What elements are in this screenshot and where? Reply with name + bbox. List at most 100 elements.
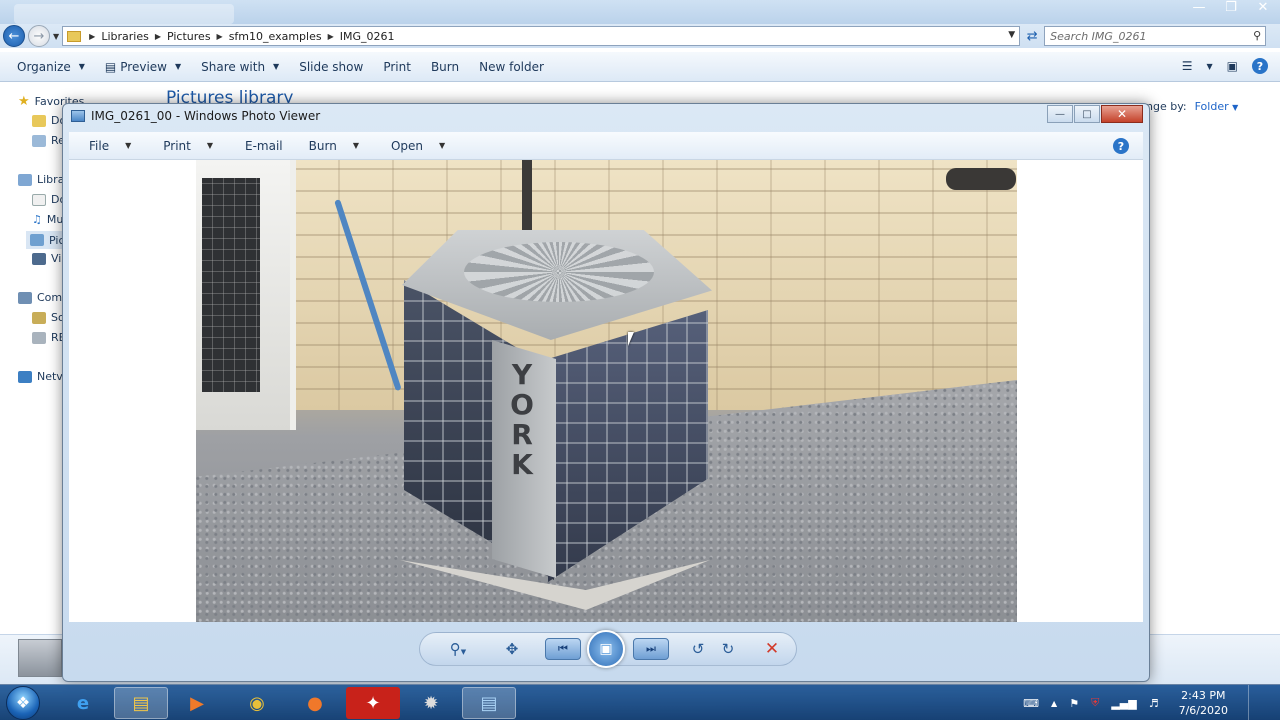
arrow-right-icon: → <box>33 28 45 44</box>
help-icon[interactable]: ? <box>1113 138 1129 154</box>
breadcrumb-sfm10-examples[interactable]: sfm10_examples <box>229 30 322 43</box>
file-menu[interactable]: File ▼ <box>69 139 143 153</box>
forward-button[interactable]: → <box>28 25 50 47</box>
breadcrumb-libraries[interactable]: Libraries <box>101 30 149 43</box>
viewer-maximize-button[interactable]: □ <box>1074 105 1100 123</box>
breadcrumb-pictures[interactable]: Pictures <box>167 30 211 43</box>
search-input[interactable]: Search IMG_0261 ⚲ <box>1044 26 1267 46</box>
action-center-flag-icon[interactable]: ⚑ <box>1069 697 1079 710</box>
nav-libraries[interactable]: Libra <box>18 173 64 186</box>
nav-item-pictures[interactable]: Pic <box>26 231 66 249</box>
chevron-down-icon[interactable]: ▼ <box>1008 30 1015 40</box>
organize-label: Organize <box>17 59 71 74</box>
brand-letter: O <box>510 388 534 421</box>
computer-icon <box>18 291 32 304</box>
burn-button[interactable]: Burn <box>421 60 469 74</box>
nav-item-recovery[interactable]: RE <box>32 331 66 344</box>
chevron-down-icon: ▼ <box>206 141 214 150</box>
previous-button[interactable]: ⏮ <box>545 638 581 660</box>
preview-pane-icon[interactable]: ▣ <box>1227 59 1238 73</box>
chevron-right-icon[interactable]: ▶ <box>328 32 334 41</box>
arrange-by-value: Folder <box>1194 100 1229 113</box>
previous-icon: ⏮ <box>558 642 568 655</box>
delete-button[interactable]: ✕ <box>761 640 783 658</box>
photo-window-frame <box>196 160 296 430</box>
arrange-by-dropdown[interactable]: Folder ▼ <box>1195 100 1239 113</box>
preview-icon: ▤ <box>104 59 117 74</box>
keyboard-icon[interactable]: ⌨ <box>1023 697 1039 710</box>
restore-icon[interactable]: ❐ <box>1222 0 1240 15</box>
share-with-button[interactable]: Share with ▼ <box>191 60 289 74</box>
rotate-left-button[interactable]: ↺ <box>687 640 709 658</box>
preview-button[interactable]: ▤ Preview ▼ <box>95 60 191 74</box>
explorer-window-controls: — ❐ ✕ <box>1190 0 1272 15</box>
taskbar-internet-explorer[interactable]: e <box>56 687 110 719</box>
rotate-right-button[interactable]: ↻ <box>717 640 739 658</box>
nav-item-recent[interactable]: Re <box>32 134 65 147</box>
print-menu[interactable]: Print ▼ <box>143 139 225 153</box>
taskbar-photo-viewer[interactable]: ▤ <box>462 687 516 719</box>
taskbar-chrome[interactable]: ◉ <box>230 687 284 719</box>
nav-computer[interactable]: Com <box>18 291 62 304</box>
chevron-down-icon: ▼ <box>439 141 446 150</box>
recent-pages-dropdown[interactable]: ▼ <box>53 32 59 41</box>
open-menu[interactable]: Open ▼ <box>371 139 457 153</box>
taskbar-app[interactable]: ✹ <box>404 687 458 719</box>
next-button[interactable]: ⏭ <box>633 638 669 660</box>
video-icon <box>32 252 46 265</box>
taskbar-media-player[interactable]: ▶ <box>170 687 224 719</box>
viewer-close-button[interactable]: ✕ <box>1101 105 1143 123</box>
search-icon[interactable]: ⚲ <box>1253 29 1261 42</box>
slide-show-play-button[interactable]: ▣ <box>587 630 625 668</box>
address-row: ← → ▼ ▶ Libraries ▶ Pictures ▶ sfm10_exa… <box>0 24 1280 48</box>
photo-canvas: Y O R K <box>69 160 1143 622</box>
taskbar-acrobat[interactable]: ✦ <box>346 687 400 719</box>
address-bar[interactable]: ▶ Libraries ▶ Pictures ▶ sfm10_examples … <box>62 26 1021 46</box>
burn-menu[interactable]: Burn ▼ <box>289 139 371 153</box>
music-icon: ♫ <box>32 213 42 226</box>
back-button[interactable]: ← <box>3 25 25 47</box>
taskbar-firefox[interactable]: ● <box>288 687 342 719</box>
chevron-right-icon[interactable]: ▶ <box>89 32 95 41</box>
actual-size-button[interactable]: ✥ <box>501 640 523 658</box>
chevron-down-icon[interactable]: ▼ <box>1207 62 1213 71</box>
chevron-right-icon[interactable]: ▶ <box>155 32 161 41</box>
slide-show-button[interactable]: Slide show <box>289 60 373 74</box>
chevron-down-icon: ▼ <box>352 141 359 150</box>
help-icon[interactable]: ? <box>1252 58 1268 74</box>
email-button[interactable]: E-mail <box>225 139 289 153</box>
organize-button[interactable]: Organize ▼ <box>0 60 95 74</box>
acrobat-icon: ✦ <box>365 692 381 714</box>
minimize-icon[interactable]: — <box>1190 0 1208 15</box>
open-menu-label: Open <box>390 138 424 153</box>
photo-viewer-icon: ▤ <box>480 692 498 714</box>
new-folder-button[interactable]: New folder <box>469 60 554 74</box>
clock[interactable]: 2:43 PM 7/6/2020 <box>1179 688 1228 718</box>
documents-icon <box>32 193 46 206</box>
chevron-down-icon: ▼ <box>174 62 182 71</box>
explorer-tab[interactable] <box>14 4 234 24</box>
print-button[interactable]: Print <box>373 60 421 74</box>
viewer-minimize-button[interactable]: — <box>1047 105 1073 123</box>
chevron-down-icon: ▼ <box>273 62 280 71</box>
show-desktop-button[interactable] <box>1248 685 1260 720</box>
nav-item-music[interactable]: ♫ Mu <box>32 213 63 226</box>
network-signal-icon[interactable]: ▂▄▆ <box>1111 697 1136 710</box>
volume-icon[interactable]: ♬ <box>1149 697 1159 710</box>
delete-icon: ✕ <box>764 639 780 659</box>
chevron-down-icon: ▼ <box>1232 103 1239 112</box>
arrow-left-icon: ← <box>8 28 20 44</box>
chevron-up-icon[interactable]: ▲ <box>1051 699 1057 708</box>
taskbar-file-explorer[interactable]: ▤ <box>114 687 168 719</box>
zoom-button[interactable]: ⚲▼ <box>447 640 469 661</box>
view-options-icon[interactable]: ☰ <box>1182 59 1193 73</box>
security-icon[interactable]: ⛨ <box>1091 696 1099 710</box>
close-icon[interactable]: ✕ <box>1254 0 1272 15</box>
refresh-icon[interactable]: ⇄ <box>1020 29 1044 44</box>
chevron-right-icon[interactable]: ▶ <box>217 32 223 41</box>
start-button[interactable]: ❖ <box>6 686 40 720</box>
nav-network[interactable]: Netv <box>18 370 63 383</box>
drive-icon <box>32 311 46 324</box>
photo-pipe <box>522 160 532 232</box>
breadcrumb-img-0261[interactable]: IMG_0261 <box>340 30 395 43</box>
